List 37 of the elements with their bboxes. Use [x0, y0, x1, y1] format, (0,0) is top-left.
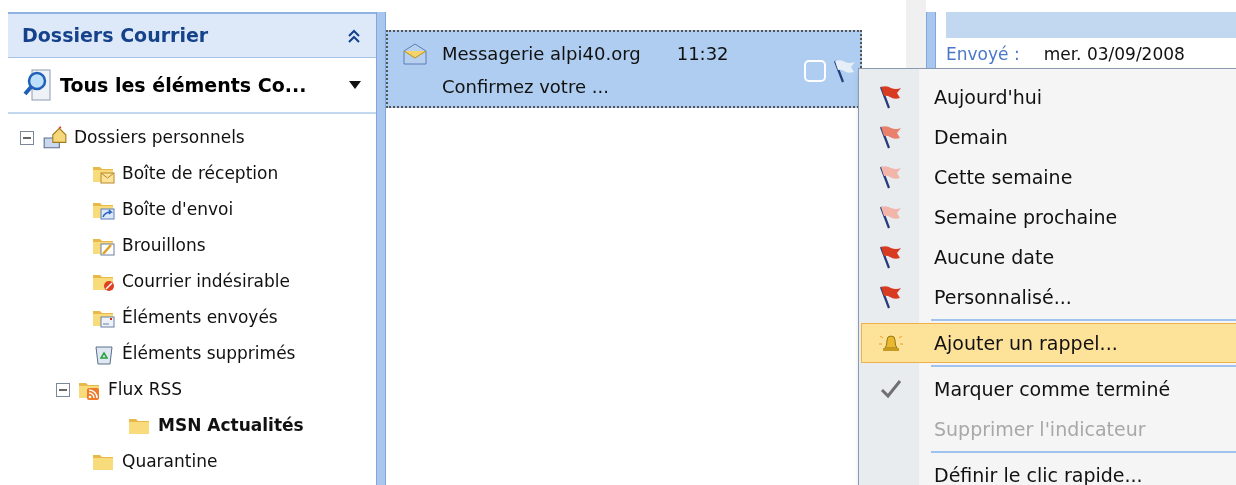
folder-item[interactable]: Boîte de réception	[122, 161, 279, 187]
menu-item[interactable]: Demain	[861, 117, 1236, 157]
message-row[interactable]: Messagerie alpi40.org 11:32 Confirmez votre ...	[386, 30, 862, 108]
envelope-icon	[402, 42, 428, 66]
checkmark-icon	[879, 378, 903, 400]
search-icon	[22, 68, 54, 102]
menu-item[interactable]: Définir le clic rapide...	[861, 455, 1236, 485]
received-time: 11:32	[676, 42, 729, 66]
folder-item[interactable]: MSN Actualités	[158, 413, 304, 439]
sent-date: mer. 03/09/2008	[1043, 43, 1185, 66]
folder-item[interactable]: Brouillons	[122, 233, 206, 259]
flag-icon	[832, 58, 858, 84]
folder-item[interactable]: Flux RSS	[108, 377, 183, 403]
home-folder-icon	[42, 125, 68, 151]
menu-item[interactable]: Aujourd'hui	[861, 77, 1236, 117]
collapse-icon[interactable]	[346, 27, 362, 44]
folder-item[interactable]: Courrier indésirable	[122, 269, 290, 295]
menu-item[interactable]: Marquer comme terminé	[861, 369, 1236, 409]
dropdown-caret-icon	[348, 80, 362, 90]
category-checkbox[interactable]	[804, 60, 826, 82]
menu-item[interactable]: Ajouter un rappel...	[861, 323, 1236, 363]
message-subject: Confirmez votre ...	[442, 75, 610, 99]
view-selector[interactable]: Tous les éléments Co...	[8, 58, 376, 114]
sent-label: Envoyé :	[946, 43, 1020, 66]
pane-title: Dossiers Courrier	[22, 23, 209, 49]
folder-item[interactable]: Éléments envoyés	[122, 305, 278, 331]
folder-item[interactable]: Boîte d'envoi	[122, 197, 234, 223]
folder-item[interactable]: Dossiers personnels	[74, 125, 245, 151]
menu-item[interactable]: Personnalisé...	[861, 277, 1236, 317]
folder-item[interactable]: Quarantine	[122, 449, 218, 475]
menu-item[interactable]: Semaine prochaine	[861, 197, 1236, 237]
sender-name: Messagerie alpi40.org	[442, 42, 641, 66]
menu-item[interactable]: Cette semaine	[861, 157, 1236, 197]
collapse-toggle[interactable]	[56, 383, 70, 397]
menu-item[interactable]: Aucune date	[861, 237, 1236, 277]
collapse-toggle[interactable]	[20, 131, 34, 145]
folder-item[interactable]: Éléments supprimés	[122, 341, 296, 367]
